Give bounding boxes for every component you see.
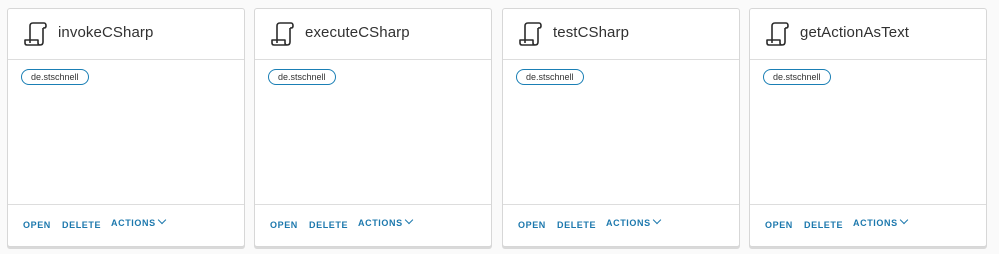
- chevron-down-icon: [652, 215, 661, 225]
- delete-button[interactable]: DELETE: [804, 220, 843, 230]
- actions-label: ACTIONS: [111, 218, 156, 228]
- action-card: testCSharp de.stschnell OPEN DELETE ACTI…: [502, 8, 740, 247]
- card-header: testCSharp: [503, 9, 739, 60]
- actions-dropdown-button[interactable]: ACTIONS: [358, 215, 413, 228]
- card-header: invokeCSharp: [8, 9, 244, 60]
- action-card: executeCSharp de.stschnell OPEN DELETE A…: [254, 8, 492, 247]
- tag-badge: de.stschnell: [516, 69, 584, 85]
- tag-badge: de.stschnell: [21, 69, 89, 85]
- actions-label: ACTIONS: [606, 218, 651, 228]
- chevron-down-icon: [899, 215, 908, 225]
- script-scroll-icon: [766, 22, 789, 46]
- delete-button[interactable]: DELETE: [557, 220, 596, 230]
- card-title[interactable]: getActionAsText: [800, 24, 909, 41]
- delete-button[interactable]: DELETE: [309, 220, 348, 230]
- card-footer: OPEN DELETE ACTIONS: [8, 204, 244, 246]
- open-button[interactable]: OPEN: [270, 220, 298, 230]
- card-title[interactable]: invokeCSharp: [58, 24, 153, 41]
- delete-button[interactable]: DELETE: [62, 220, 101, 230]
- chevron-down-icon: [404, 215, 413, 225]
- open-button[interactable]: OPEN: [23, 220, 51, 230]
- action-card-grid: invokeCSharp de.stschnell OPEN DELETE AC…: [0, 0, 999, 254]
- script-scroll-icon: [24, 22, 47, 46]
- action-card: getActionAsText de.stschnell OPEN DELETE…: [749, 8, 987, 247]
- card-footer: OPEN DELETE ACTIONS: [255, 204, 491, 246]
- card-title[interactable]: testCSharp: [553, 24, 629, 41]
- actions-dropdown-button[interactable]: ACTIONS: [111, 215, 166, 228]
- card-title[interactable]: executeCSharp: [305, 24, 410, 41]
- tag-badge: de.stschnell: [268, 69, 336, 85]
- card-footer: OPEN DELETE ACTIONS: [750, 204, 986, 246]
- actions-label: ACTIONS: [853, 218, 898, 228]
- card-footer: OPEN DELETE ACTIONS: [503, 204, 739, 246]
- actions-dropdown-button[interactable]: ACTIONS: [606, 215, 661, 228]
- script-scroll-icon: [271, 22, 294, 46]
- open-button[interactable]: OPEN: [765, 220, 793, 230]
- actions-dropdown-button[interactable]: ACTIONS: [853, 215, 908, 228]
- actions-label: ACTIONS: [358, 218, 403, 228]
- chevron-down-icon: [157, 215, 166, 225]
- action-card: invokeCSharp de.stschnell OPEN DELETE AC…: [7, 8, 245, 247]
- script-scroll-icon: [519, 22, 542, 46]
- open-button[interactable]: OPEN: [518, 220, 546, 230]
- card-header: executeCSharp: [255, 9, 491, 60]
- tag-badge: de.stschnell: [763, 69, 831, 85]
- card-header: getActionAsText: [750, 9, 986, 60]
